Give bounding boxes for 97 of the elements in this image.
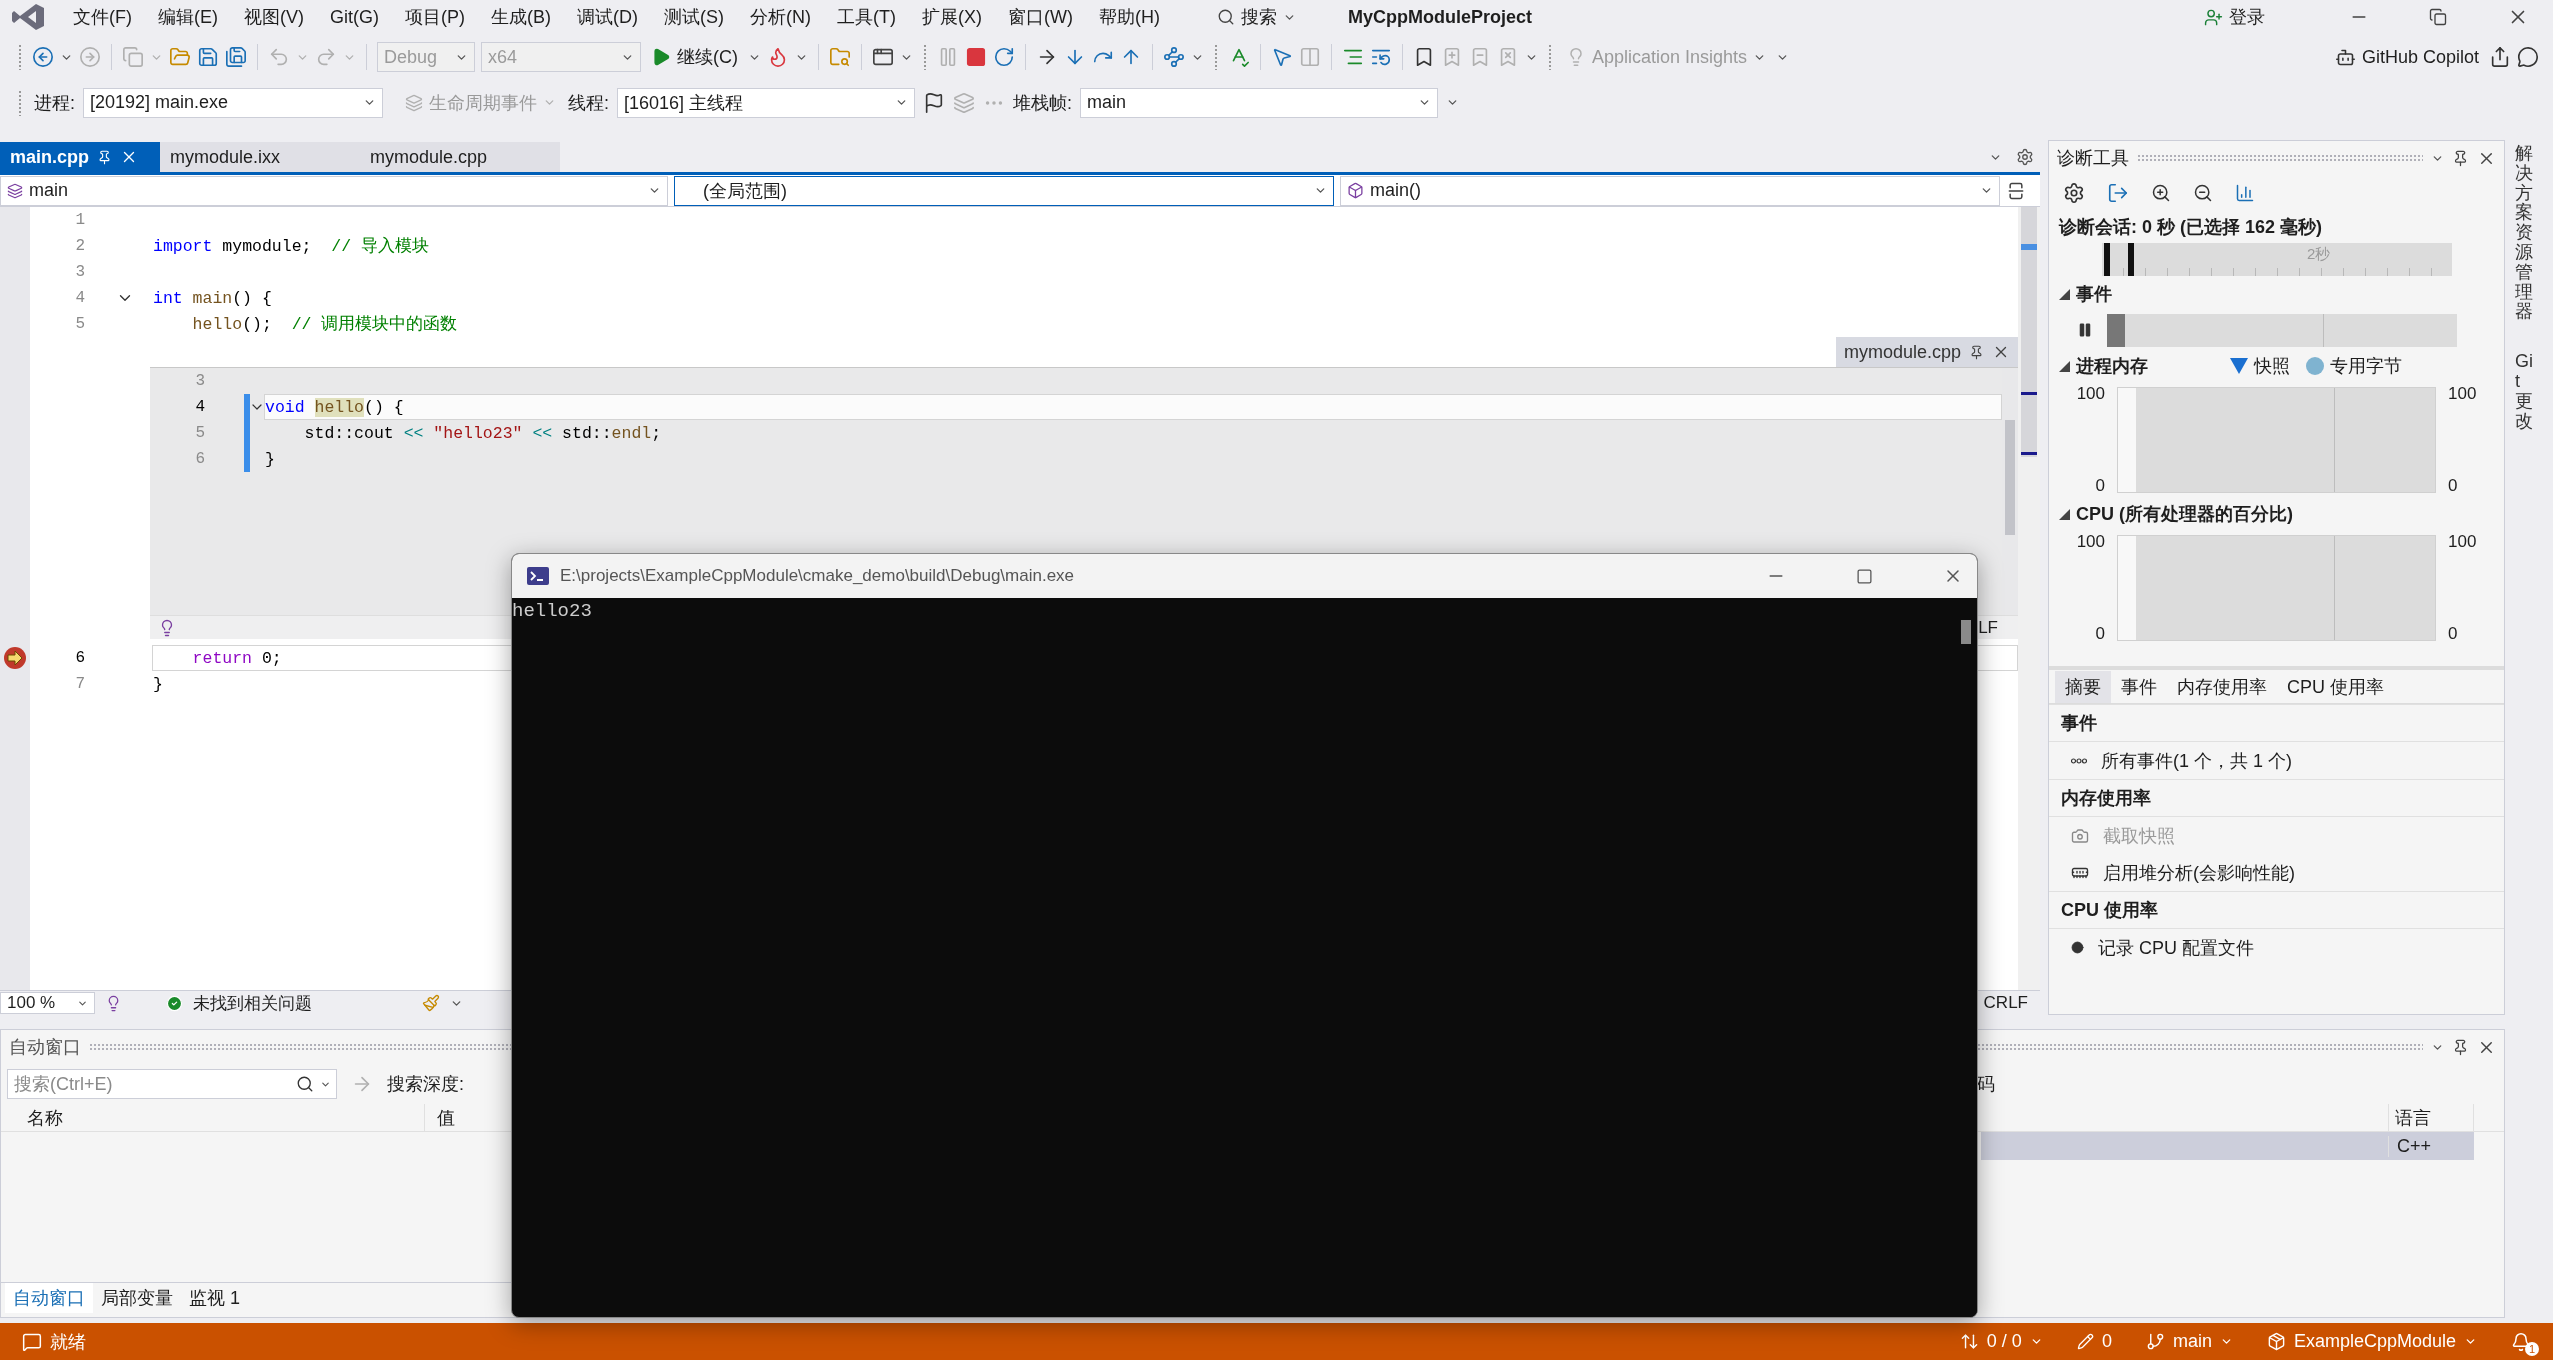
axis-label: 100 [2076, 384, 2105, 404]
thread-label: 线程: [568, 91, 610, 115]
line-number: 3 [74, 263, 85, 281]
toolbar-label: 码 [1977, 1073, 1995, 1096]
axis-label: 100 [2076, 532, 2105, 552]
stack-frame-dropdown[interactable]: main [1080, 87, 1439, 118]
search-button[interactable]: 搜索 [1212, 1, 1300, 33]
peek-tab[interactable]: mymodule.cpp [1835, 337, 2018, 367]
line-number: 5 [194, 424, 205, 442]
sign-in-button[interactable]: 登录 [2200, 1, 2269, 33]
line-number: 6 [74, 649, 85, 667]
axis-label: 0 [2448, 476, 2458, 496]
summary-tab[interactable]: 摘要 [2055, 671, 2111, 703]
console-output: hello23 [512, 600, 592, 622]
menu-item[interactable]: 视图(V) [231, 2, 317, 32]
code-line: import mymodule; // 导入模块 [152, 235, 430, 258]
branch-status[interactable]: main [2133, 1331, 2245, 1353]
line-number: 4 [194, 398, 205, 416]
menu-item[interactable]: 分析(N) [737, 2, 824, 32]
menu-item[interactable]: 文件(F) [60, 2, 145, 32]
column-header: 名称 [15, 1104, 425, 1131]
summary-link[interactable]: 启用堆分析(会影响性能) [2049, 854, 2504, 891]
side-tab[interactable]: Git 更改 [2515, 352, 2533, 432]
axis-label: 100 [2448, 384, 2477, 404]
line-number: 7 [74, 675, 85, 693]
menu-item[interactable]: 生成(B) [478, 2, 564, 32]
summary-tab[interactable]: 内存使用率 [2167, 671, 2277, 703]
line-number: 1 [74, 211, 85, 229]
summary-tab[interactable]: 事件 [2111, 671, 2167, 703]
side-tab[interactable]: 解决方案资源管理器 [2515, 144, 2533, 323]
repository-status[interactable]: ExampleCppModule [2254, 1331, 2489, 1353]
ruler-label: 2秒 [2307, 245, 2331, 264]
section-heading: CPU (所有处理器的百分比) [2076, 503, 2293, 526]
section-heading: 进程内存 [2076, 355, 2148, 378]
menu-item[interactable]: Git(G) [317, 2, 392, 32]
stack-frame-label: 堆栈帧: [1013, 91, 1073, 115]
summary-link[interactable]: 记录 CPU 配置文件 [2049, 929, 2504, 966]
menu-item[interactable]: 帮助(H) [1085, 2, 1173, 32]
file-tab[interactable]: main.cpp [0, 142, 160, 172]
section-heading: 内存使用率 [2049, 779, 2504, 817]
zoom-dropdown[interactable]: 100 % [0, 992, 95, 1014]
sync-status[interactable]: 0 / 0 [1947, 1331, 2055, 1353]
process-label: 进程: [34, 91, 75, 115]
pane-title: 自动窗口 [9, 1036, 81, 1059]
code-line: } [264, 448, 276, 471]
member-dropdown[interactable]: main() [1340, 175, 2000, 206]
menu-item[interactable]: 调试(D) [564, 2, 651, 32]
code-line: } [152, 673, 164, 696]
axis-label: 0 [2448, 624, 2458, 644]
column-header: 语言 [2388, 1104, 2474, 1131]
summary-link[interactable]: 所有事件(1 个，共 1 个) [2049, 742, 2504, 779]
changes-status[interactable]: 0 [2064, 1331, 2124, 1353]
pane-title: 诊断工具 [2057, 147, 2129, 170]
notification-badge: 1 [2525, 1341, 2539, 1356]
search-field[interactable]: 搜索(Ctrl+E) [7, 1069, 337, 1099]
pane-tab[interactable]: 局部变量 [93, 1283, 181, 1313]
axis-label: 100 [2448, 532, 2477, 552]
issues-status: 未找到相关问题 [193, 992, 312, 1015]
legend-label: 专用字节 [2330, 355, 2402, 378]
section-heading: 事件 [2049, 704, 2504, 742]
pane-tab[interactable]: 监视 1 [181, 1283, 248, 1313]
console-title: E:\projects\ExampleCppModule\cmake_demo\build\Debug\main.exe [560, 566, 1075, 586]
project-dropdown[interactable]: main [0, 175, 668, 206]
pane-tab[interactable]: 自动窗口 [5, 1283, 93, 1313]
section-heading: 事件 [2076, 283, 2112, 306]
line-number: 6 [194, 450, 205, 468]
scope-dropdown[interactable]: (全局范围) [674, 175, 1334, 206]
axis-label: 0 [2095, 624, 2105, 644]
copilot-button[interactable]: GitHub Copilot [2330, 41, 2483, 73]
menu-item[interactable]: 测试(S) [651, 2, 737, 32]
window-title: MyCppModuleProject [1347, 6, 1532, 28]
depth-label: 搜索深度: [387, 1073, 464, 1096]
line-number: 3 [194, 372, 205, 390]
table-cell: C++ [2388, 1135, 2474, 1157]
status-message: 就绪 [10, 1329, 98, 1354]
code-line: int main() { [152, 287, 273, 310]
code-line: hello(); // 调用模块中的函数 [191, 313, 459, 336]
continue-button[interactable]: 继续(C) [647, 41, 742, 73]
line-ending: LF [1978, 617, 1998, 638]
line-ending: CRLF [1983, 993, 2028, 1013]
menu-item[interactable]: 项目(P) [392, 2, 478, 32]
menu-item[interactable]: 编辑(E) [145, 2, 231, 32]
thread-dropdown[interactable]: [16016] 主线程 [617, 87, 916, 118]
menu-item[interactable]: 窗口(W) [994, 2, 1086, 32]
table-row[interactable]: C++ [1981, 1132, 2474, 1160]
menu-item[interactable]: 工具(T) [824, 2, 909, 32]
line-number: 4 [74, 289, 85, 307]
code-line: std::cout << "hello23" << std::endl; [303, 422, 663, 445]
summary-tab[interactable]: CPU 使用率 [2277, 671, 2394, 703]
menu-item[interactable]: 扩展(X) [908, 2, 995, 32]
process-dropdown[interactable]: [20192] main.exe [83, 87, 383, 118]
line-number: 2 [74, 237, 85, 255]
axis-label: 0 [2095, 476, 2105, 496]
legend-label: 快照 [2254, 355, 2290, 378]
section-heading: CPU 使用率 [2049, 891, 2504, 929]
session-summary: 诊断会话: 0 秒 (已选择 162 毫秒) [2059, 216, 2323, 239]
line-number: 5 [74, 315, 85, 333]
